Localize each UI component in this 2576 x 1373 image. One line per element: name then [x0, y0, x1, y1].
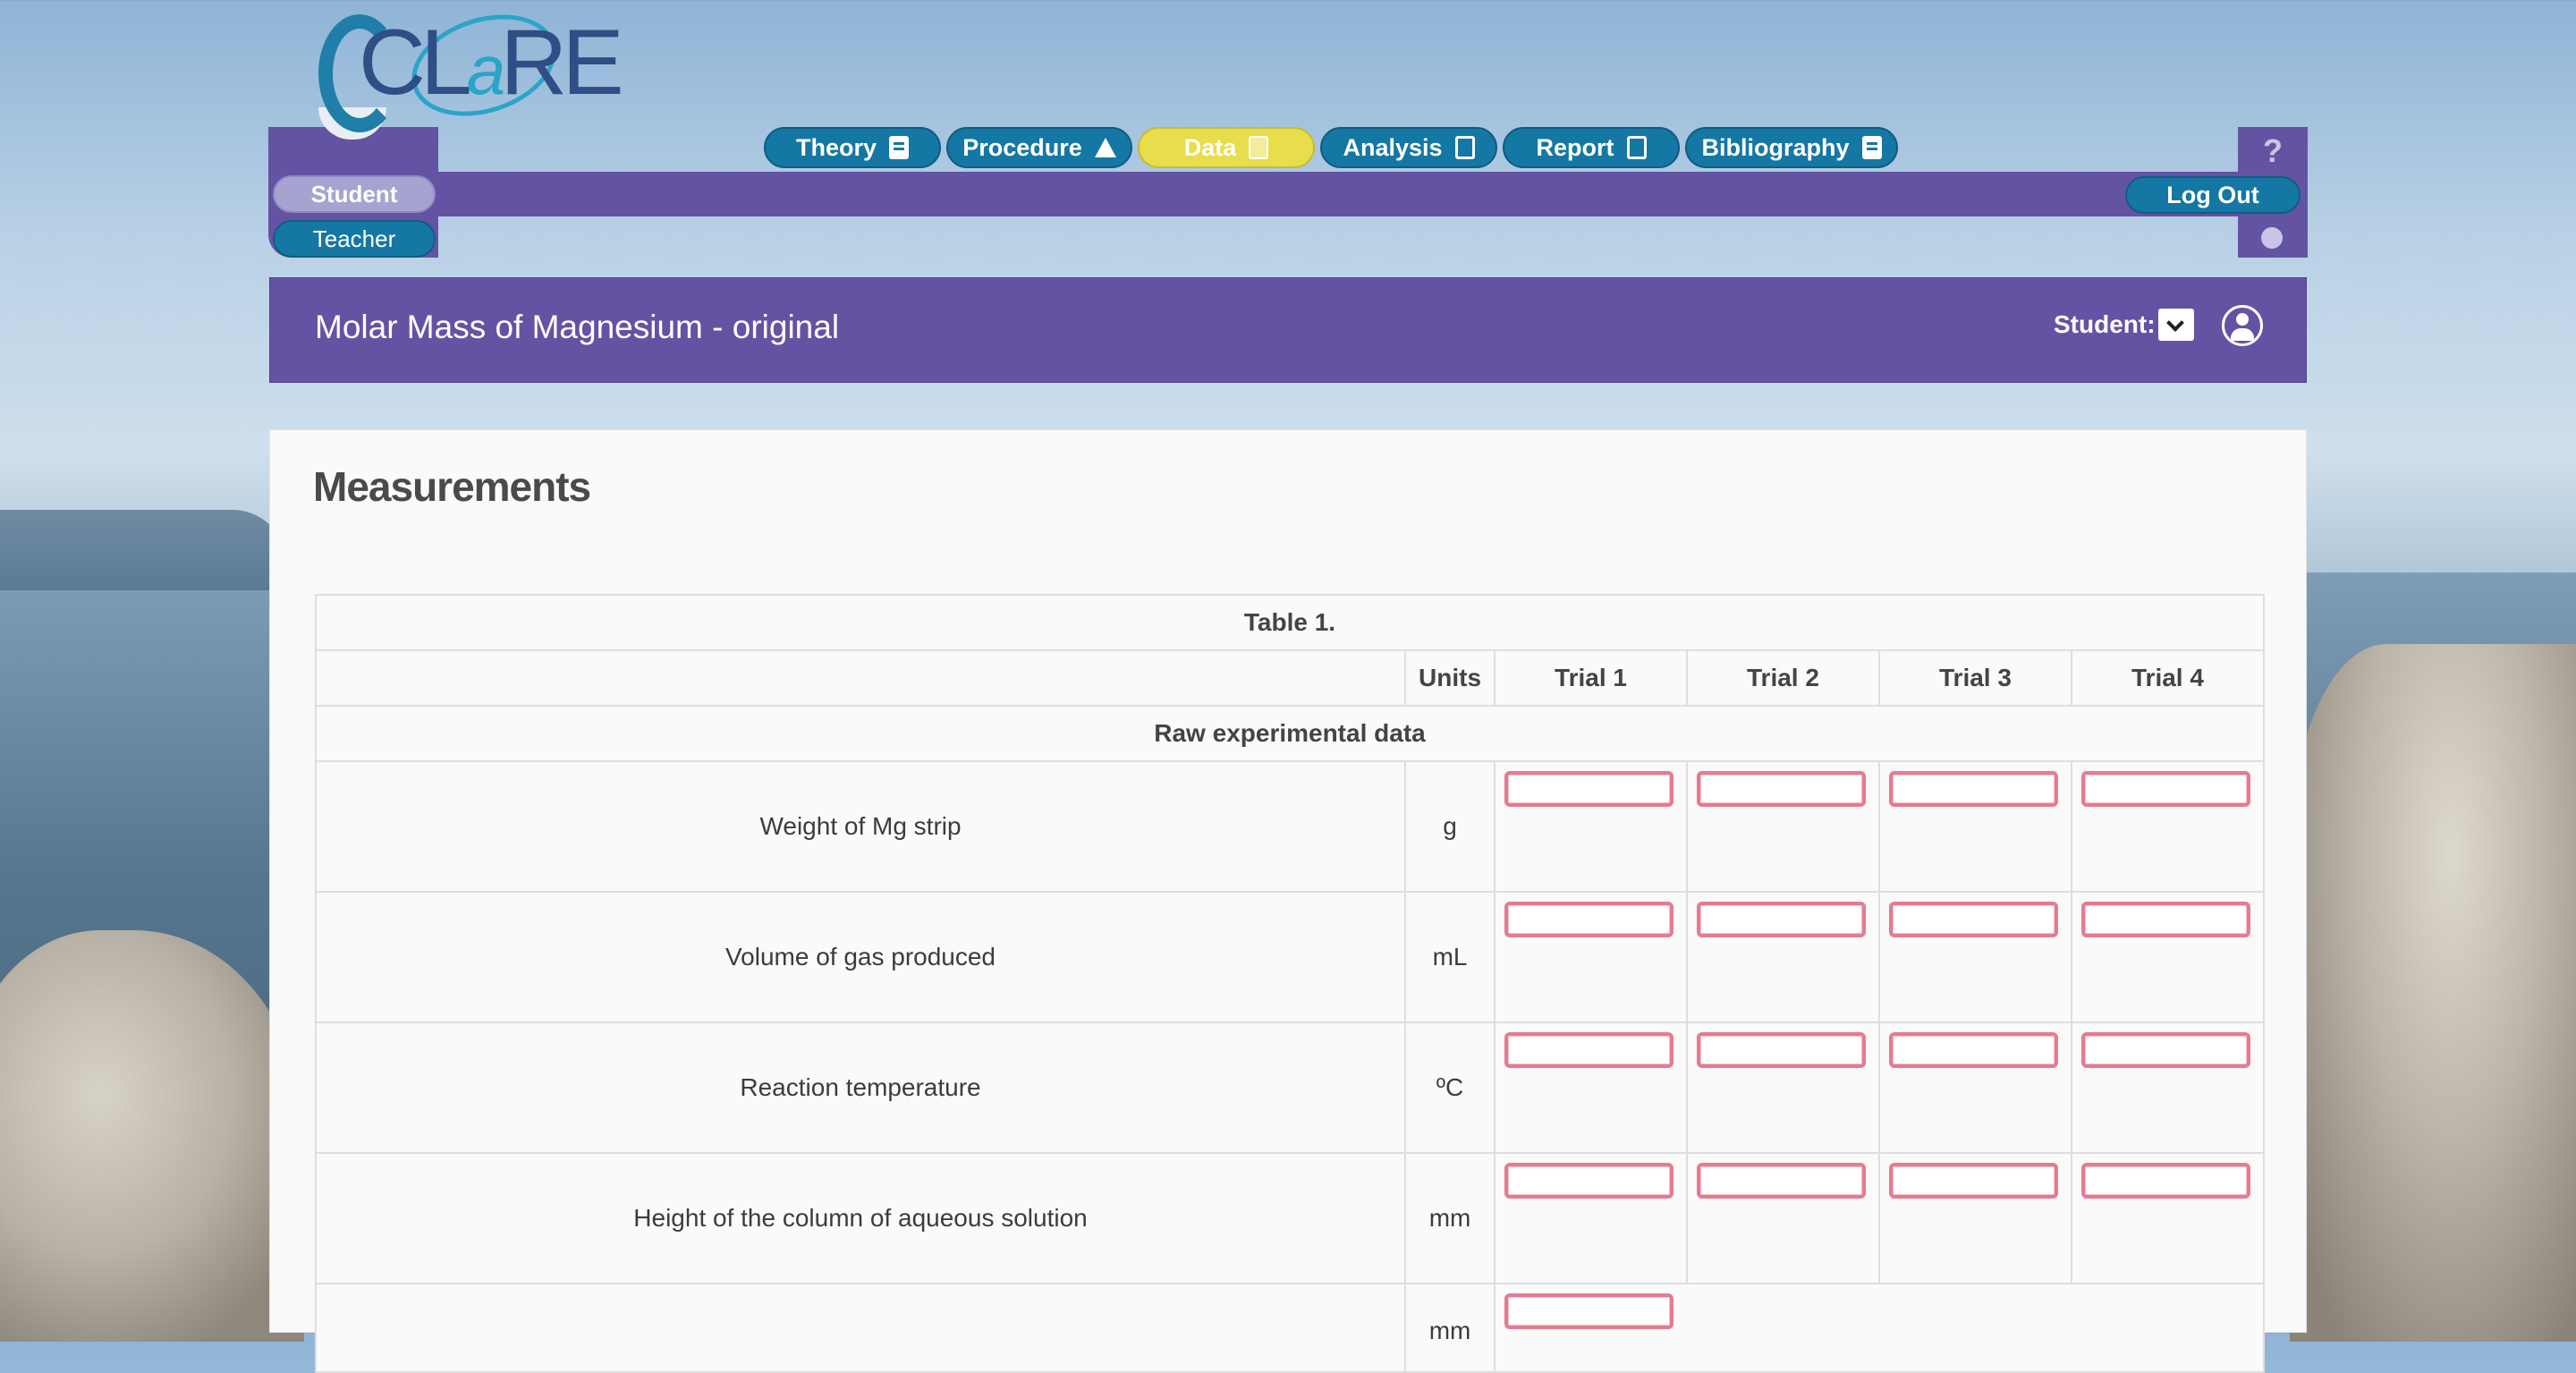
trial-2-input[interactable] [1696, 1032, 1866, 1068]
student-label: Student: [2054, 310, 2156, 338]
tab-data[interactable]: Data [1138, 127, 1315, 168]
content-card: Measurements Table 1. Units Trial 1 Tria… [269, 429, 2307, 1373]
tab-analysis-label: Analysis [1343, 133, 1443, 161]
tab-bibliography[interactable]: Bibliography [1685, 127, 1898, 168]
combined-trial-input[interactable] [1504, 1293, 1674, 1329]
top-navigation: CLaRE Theory Procedure Data Analysis Rep… [0, 0, 2576, 268]
measurements-table: Table 1. Units Trial 1 Trial 2 Trial 3 T… [314, 594, 2266, 1373]
bug-report-icon[interactable] [2261, 227, 2283, 249]
help-icon[interactable]: ? [2263, 132, 2283, 170]
trial-1-input[interactable] [1504, 771, 1674, 807]
row-unit: ºC [1404, 1021, 1496, 1154]
trial-1-input[interactable] [1504, 902, 1674, 937]
trial-3-input[interactable] [1888, 1032, 2058, 1068]
column-header-blank [314, 649, 1407, 707]
column-header-trial-1: Trial 1 [1494, 649, 1688, 707]
trial-cell [1877, 1152, 2072, 1284]
tab-theory[interactable]: Theory [764, 127, 941, 168]
role-student-button[interactable]: Student [273, 175, 436, 213]
logout-button[interactable]: Log Out [2125, 176, 2301, 214]
role-teacher-button[interactable]: Teacher [273, 220, 436, 258]
trial-cell [2070, 1152, 2266, 1284]
trial-cell [1877, 1021, 2072, 1154]
trial-cell [1685, 1152, 1880, 1284]
trial-3-input[interactable] [1888, 771, 2058, 807]
column-header-trial-2: Trial 2 [1685, 649, 1880, 707]
trial-4-input[interactable] [2080, 1032, 2250, 1068]
trial-cell [2070, 1021, 2266, 1154]
tab-bibliography-label: Bibliography [1701, 133, 1850, 161]
nav-bar [268, 172, 2308, 216]
row-label: Reaction temperature [314, 1021, 1407, 1154]
user-account-icon[interactable] [2222, 305, 2263, 346]
book-icon [889, 136, 910, 159]
row-unit: mm [1404, 1152, 1496, 1284]
table-caption: Table 1. [315, 594, 2265, 651]
row-label: Weight of Mg strip [314, 760, 1407, 893]
trial-3-input[interactable] [1888, 1163, 2058, 1199]
row-label [314, 1283, 1407, 1373]
trial-cell [1877, 760, 2072, 893]
row-unit: g [1404, 760, 1496, 893]
trial-cell [1685, 1021, 1880, 1154]
tab-procedure-label: Procedure [962, 133, 1082, 161]
tab-data-label: Data [1183, 133, 1237, 161]
row-label: Volume of gas produced [314, 891, 1407, 1023]
trial-4-input[interactable] [2080, 771, 2250, 807]
trial-cell [1685, 760, 1880, 893]
clipboard-icon [1626, 136, 1647, 159]
tab-theory-label: Theory [795, 133, 877, 161]
column-header-trial-4: Trial 4 [2070, 649, 2266, 707]
tab-analysis[interactable]: Analysis [1320, 127, 1497, 168]
student-select-dropdown[interactable] [2158, 309, 2194, 341]
book-icon [1861, 136, 1882, 159]
table-row: Weight of Mg strip g [314, 760, 2266, 893]
table-row: Volume of gas produced mL [314, 891, 2266, 1023]
tab-report[interactable]: Report [1503, 127, 1680, 168]
background-driftwood-right [2290, 644, 2576, 1342]
tab-procedure[interactable]: Procedure [946, 127, 1132, 168]
trial-cell [1494, 760, 1688, 893]
logo-wordmark: CLaRE [338, 11, 624, 114]
trial-cell [1494, 1152, 1688, 1284]
background-shore [0, 510, 286, 590]
trial-cell [1494, 891, 1688, 1023]
table-group-header: Raw experimental data [315, 705, 2265, 762]
row-unit: mL [1404, 891, 1496, 1023]
trial-4-input[interactable] [2080, 902, 2250, 937]
trial-cell [1494, 1021, 1688, 1154]
experiment-header: Molar Mass of Magnesium - original Stude… [269, 277, 2307, 383]
table-row: Reaction temperature ºC [314, 1021, 2266, 1154]
trial-1-input[interactable] [1504, 1032, 1674, 1068]
trial-2-input[interactable] [1696, 902, 1866, 937]
row-label: Height of the column of aqueous solution [314, 1152, 1407, 1284]
oclare-logo[interactable]: CLaRE [313, 0, 624, 134]
table-row: Height of the column of aqueous solution… [314, 1152, 2266, 1284]
trial-4-input[interactable] [2080, 1163, 2250, 1199]
column-header-units: Units [1404, 649, 1496, 707]
page-title: Molar Mass of Magnesium - original [315, 309, 840, 345]
trial-cell [1877, 891, 2072, 1023]
calculator-icon [1249, 136, 1269, 159]
trial-cell [2070, 760, 2266, 893]
trial-2-input[interactable] [1696, 771, 1866, 807]
flask-icon [1094, 138, 1116, 157]
row-unit: mm [1404, 1283, 1496, 1373]
trial-cell [1494, 1283, 2265, 1373]
trial-1-input[interactable] [1504, 1163, 1674, 1199]
column-header-trial-3: Trial 3 [1877, 649, 2072, 707]
section-title: Measurements [313, 463, 591, 510]
tab-report-label: Report [1536, 133, 1614, 161]
trial-cell [2070, 891, 2266, 1023]
table-row: mm [314, 1283, 2265, 1373]
trial-3-input[interactable] [1888, 902, 2058, 937]
trial-cell [1685, 891, 1880, 1023]
trial-2-input[interactable] [1696, 1163, 1866, 1199]
document-icon [1454, 136, 1475, 159]
